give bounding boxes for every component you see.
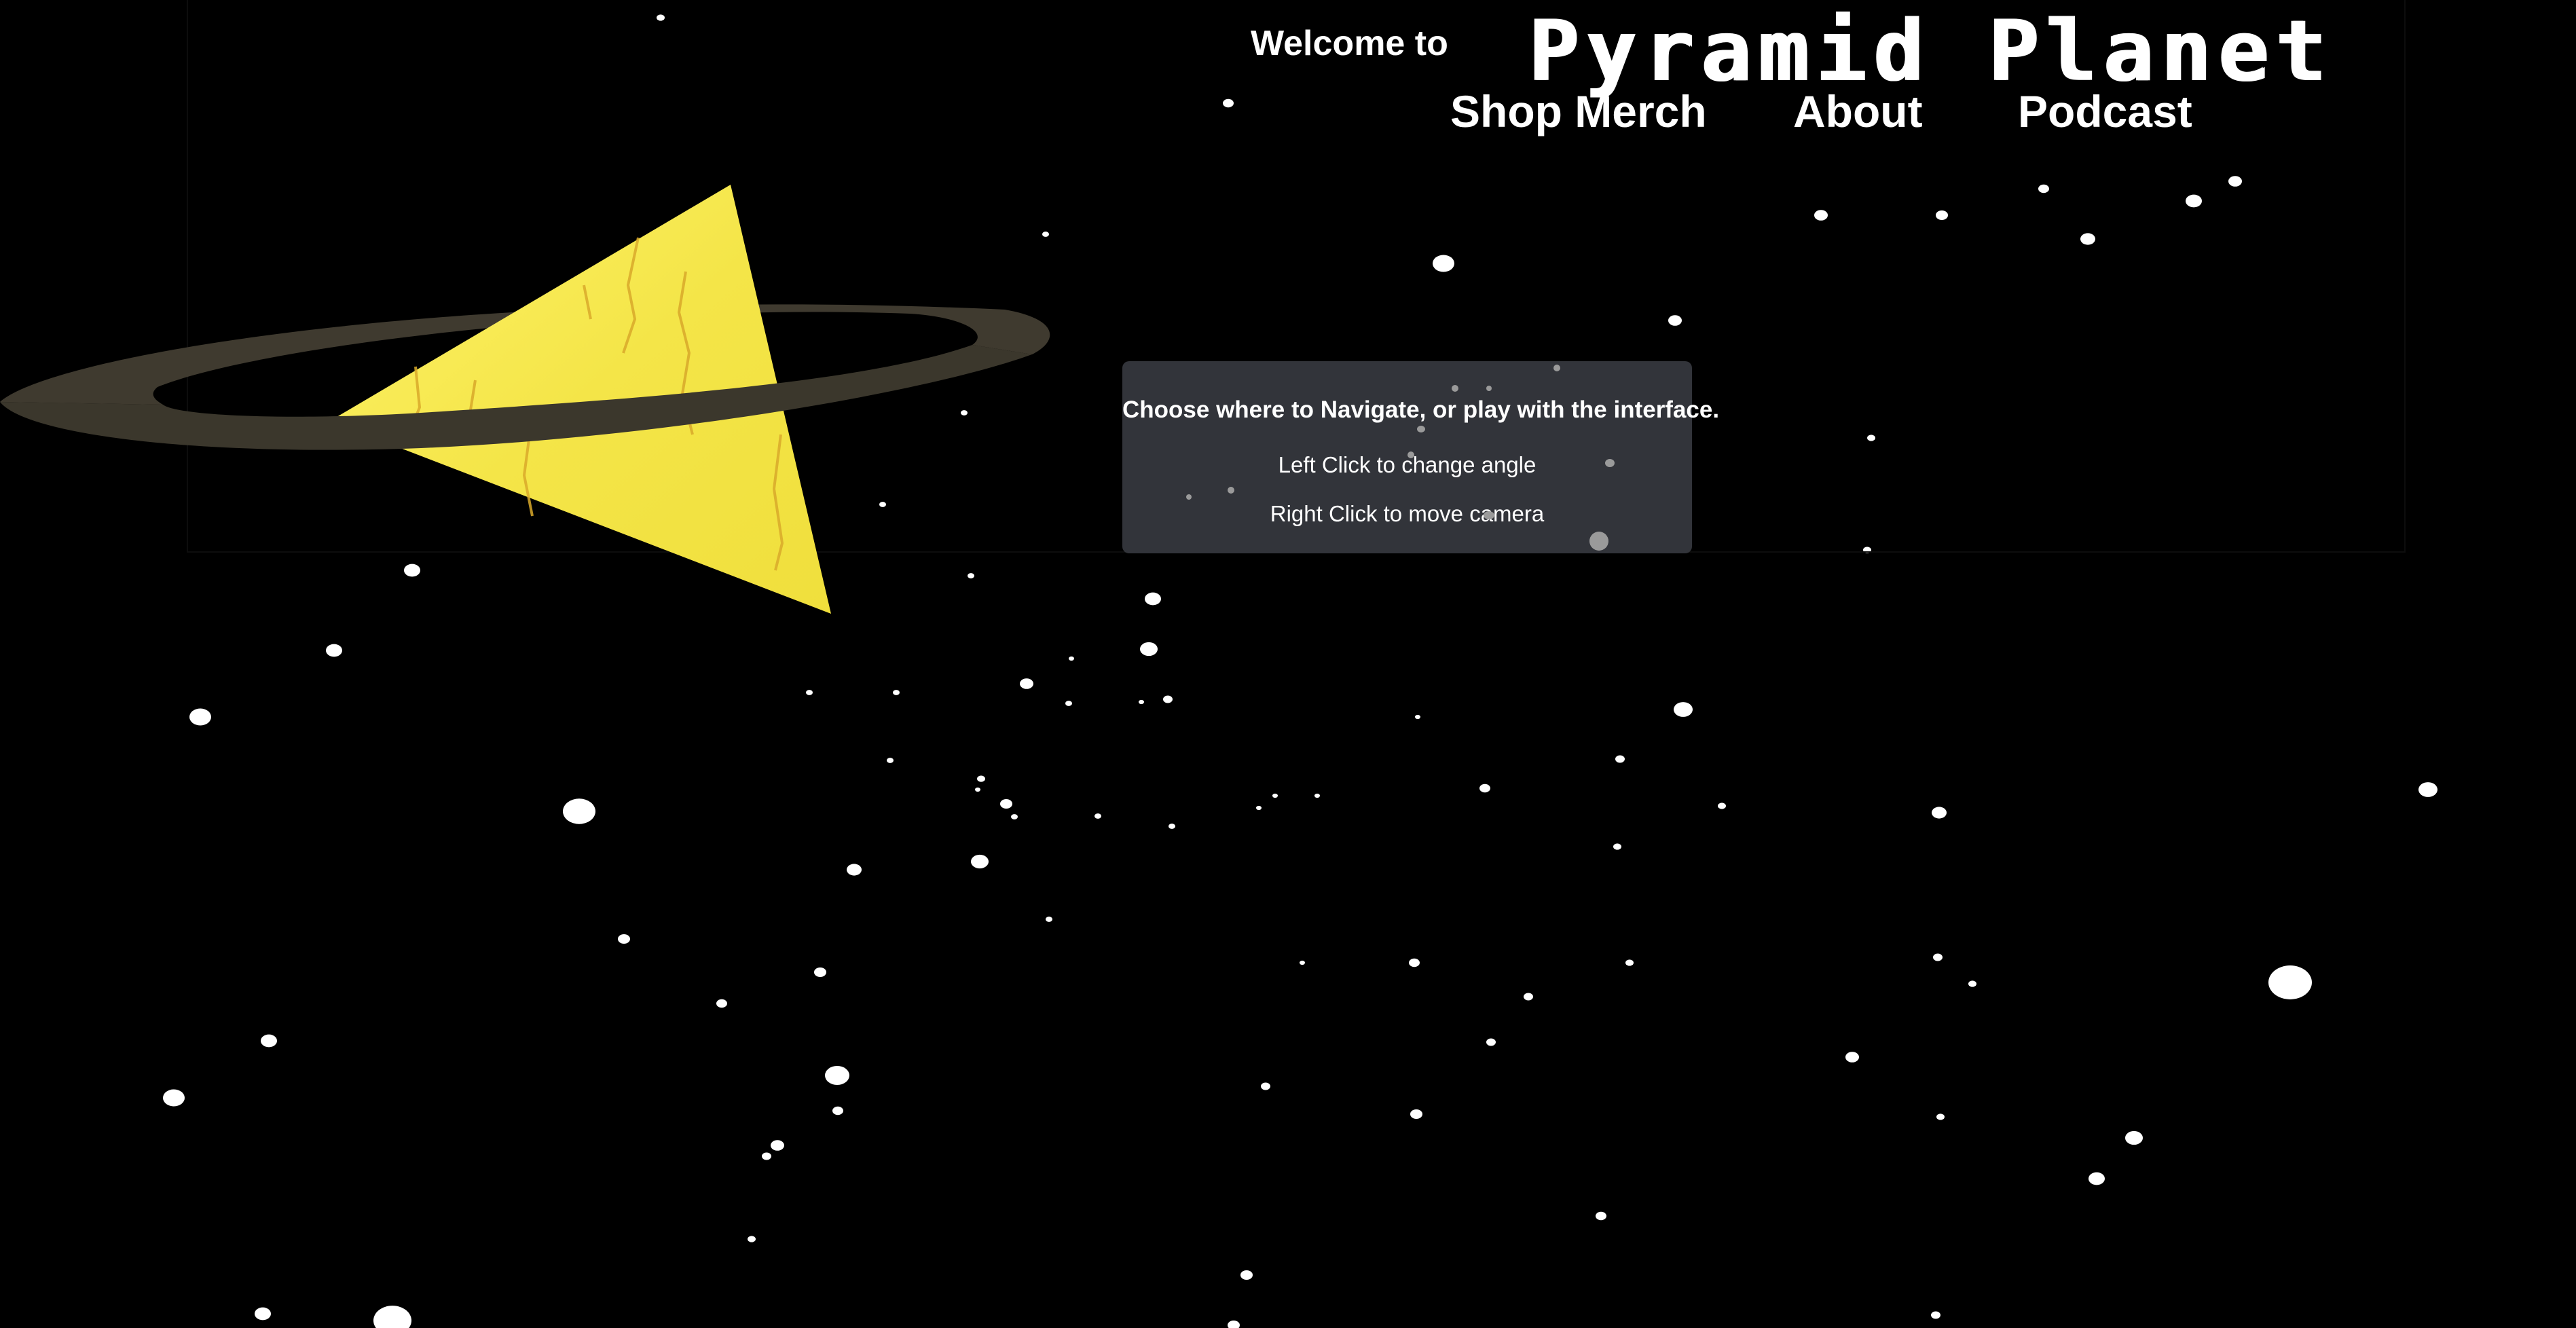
star [1479, 783, 1490, 793]
star [1300, 960, 1305, 965]
star [1000, 798, 1012, 809]
star [163, 1089, 185, 1107]
star [893, 690, 900, 695]
star [1674, 702, 1693, 717]
star [1163, 695, 1173, 703]
star [975, 787, 980, 792]
star [373, 1306, 411, 1328]
star [1596, 1211, 1606, 1221]
star [1410, 1109, 1422, 1120]
scene-canvas[interactable]: Welcome to Pyramid Planet Shop Merch Abo… [0, 0, 2576, 1328]
star [1968, 980, 1976, 987]
star [814, 967, 826, 978]
star [1169, 824, 1175, 829]
welcome-text: Welcome to [1251, 24, 1448, 63]
info-right-click: Right Click to move camera [1270, 501, 1545, 526]
star [1228, 1320, 1240, 1328]
star [261, 1034, 277, 1048]
star [1931, 1311, 1940, 1319]
info-left-click: Left Click to change angle [1278, 452, 1537, 477]
star [1094, 813, 1101, 819]
pyramid-planet-model[interactable] [0, 0, 1086, 652]
star [1615, 755, 1625, 763]
star [825, 1065, 849, 1086]
star [971, 854, 989, 869]
star [847, 864, 862, 876]
star [762, 1152, 771, 1160]
star [1314, 793, 1320, 798]
star [1409, 958, 1420, 967]
star [1140, 642, 1158, 657]
star [1261, 1082, 1270, 1090]
star [1020, 678, 1033, 689]
star [1046, 917, 1052, 922]
nav-about-link[interactable]: About [1793, 86, 1923, 137]
star [771, 1140, 784, 1151]
star [1415, 714, 1420, 720]
star [1069, 656, 1074, 661]
star [255, 1307, 271, 1321]
star [1933, 953, 1943, 961]
star [1932, 807, 1947, 819]
star [1845, 1052, 1859, 1063]
info-title: Choose where to Navigate, or play with t… [1122, 396, 1720, 423]
star [2418, 782, 2437, 797]
star [1139, 699, 1144, 705]
star [618, 934, 630, 944]
star [832, 1106, 843, 1115]
nav-shop-merch-link[interactable]: Shop Merch [1450, 86, 1707, 137]
star [748, 1236, 756, 1242]
star [806, 690, 813, 695]
nav-podcast-link[interactable]: Podcast [2018, 86, 2192, 137]
star [2089, 1172, 2105, 1185]
star [1524, 993, 1533, 1001]
star [563, 798, 595, 824]
star [1240, 1270, 1253, 1280]
star [1011, 814, 1018, 819]
star [1256, 805, 1262, 811]
info-panel: Choose where to Navigate, or play with t… [1122, 361, 1720, 553]
star [1272, 793, 1278, 798]
star [1065, 701, 1072, 706]
star [2268, 965, 2312, 999]
star [1625, 959, 1634, 966]
star [2125, 1130, 2143, 1145]
star [1613, 843, 1621, 850]
star [1486, 1038, 1496, 1046]
star [977, 775, 985, 782]
star [189, 708, 211, 726]
star [716, 999, 727, 1008]
star [887, 758, 894, 763]
star [1145, 592, 1161, 606]
star [1718, 803, 1726, 809]
star [1936, 1113, 1945, 1120]
